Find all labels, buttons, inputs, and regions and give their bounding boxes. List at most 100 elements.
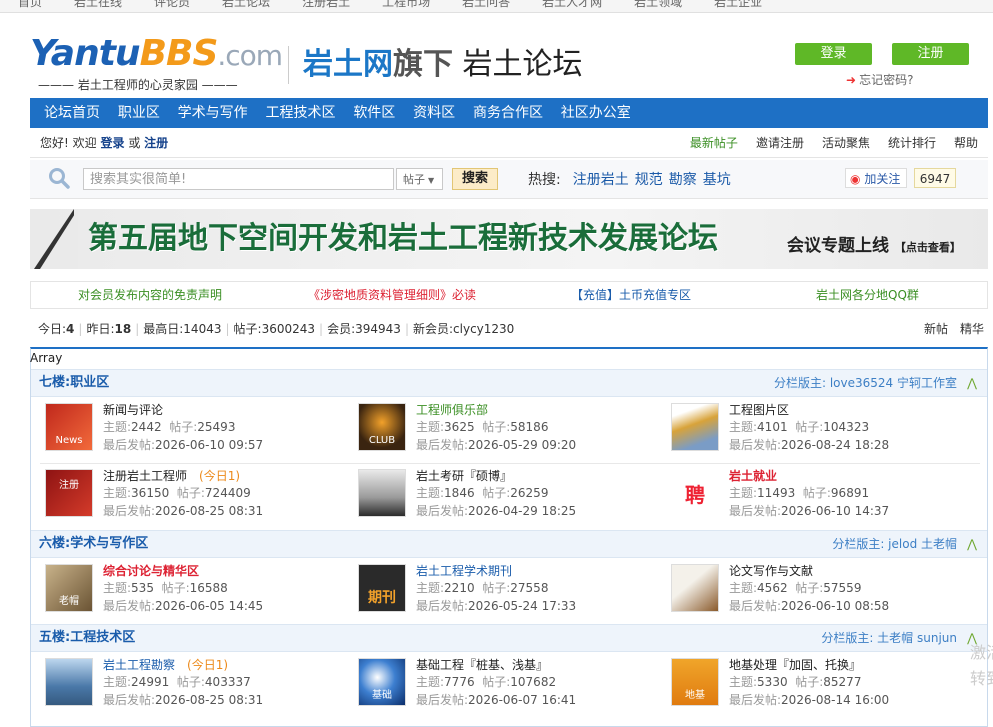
forum-name[interactable]: 工程师俱乐部 (416, 403, 488, 418)
new-posts-link[interactable]: 新帖 (924, 322, 948, 336)
newest-member-link[interactable]: clycy1230 (453, 322, 514, 336)
nav-business[interactable]: 商务合作区 (473, 98, 543, 128)
site-logo[interactable]: YantuBBS.com ——— 岩土工程师的心灵家园 ——— (30, 36, 283, 93)
search-input[interactable]: 搜索其实很简单! (83, 168, 394, 190)
forum-name[interactable]: 地基处理『加固、托换』 (729, 658, 861, 673)
last-post-time[interactable]: 2026-06-07 16:41 (468, 693, 576, 707)
help-link[interactable]: 帮助 (954, 136, 978, 150)
latest-posts-link[interactable]: 最新帖子 (690, 136, 738, 150)
topnav-reg[interactable]: 注册岩土 (302, 0, 350, 12)
post-count: 104323 (823, 420, 870, 434)
array-debug-text: Array (30, 351, 63, 365)
last-post-time[interactable]: 2026-08-25 08:31 (155, 504, 263, 518)
category-title[interactable]: 五楼:工程技术区 (39, 625, 135, 651)
topnav-corp[interactable]: 岩土企业 (714, 0, 762, 12)
last-post-time[interactable]: 2026-05-29 09:20 (468, 438, 576, 452)
nav-career[interactable]: 职业区 (118, 98, 160, 128)
topnav-qa[interactable]: 岩土问答 (462, 0, 510, 12)
forgot-label: 忘记密码? (859, 73, 914, 87)
search-button[interactable]: 搜索 (452, 168, 498, 190)
topnav-home[interactable]: 首页 (18, 0, 42, 12)
forum-item[interactable]: News 新闻与评论 主题:2442 帖子:25493 最后发帖:2026-06… (45, 403, 345, 463)
forum-name[interactable]: 岩土工程学术期刊 (416, 564, 512, 579)
notice-recharge[interactable]: 【充值】土币充值专区 (571, 282, 691, 308)
last-post-time[interactable]: 2026-05-24 17:33 (468, 599, 576, 613)
arrow-icon: ➜ (846, 73, 857, 87)
hot-keyword[interactable]: 勘察 (669, 172, 697, 188)
forum-item[interactable]: 基础 基础工程『桩基、浅基』 主题:7776 帖子:107682 最后发帖:20… (358, 658, 658, 718)
last-post-time[interactable]: 2026-08-14 16:00 (781, 693, 889, 707)
nav-engineering[interactable]: 工程技术区 (265, 98, 335, 128)
last-post-time[interactable]: 2026-06-10 14:37 (781, 504, 889, 518)
forum-item[interactable]: 岩土考研『硕博』 主题:1846 帖子:26259 最后发帖:2026-04-2… (358, 469, 658, 529)
collapse-icon[interactable]: ⋀ (967, 531, 977, 557)
forum-item[interactable]: 聘 岩土就业 主题:11493 帖子:96891 最后发帖:2026-06-10… (671, 469, 971, 529)
forum-item[interactable]: 岩土工程勘察 (今日1) 主题:24991 帖子:403337 最后发帖:2026… (45, 658, 345, 718)
userbar-register-link[interactable]: 注册 (144, 136, 168, 150)
promo-banner[interactable]: 第五届地下空间开发和岩土工程新技术发展论坛 会议专题上线 【点击查看】 (30, 209, 988, 269)
chevron-down-icon: ▼ (428, 176, 435, 185)
category-title[interactable]: 七楼:职业区 (39, 370, 109, 396)
last-post-time[interactable]: 2026-06-10 08:58 (781, 599, 889, 613)
nav-academic[interactable]: 学术与写作 (178, 98, 248, 128)
last-post-time[interactable]: 2026-04-29 18:25 (468, 504, 576, 518)
forum-name[interactable]: 岩土就业 (729, 469, 777, 484)
category-title[interactable]: 六楼:学术与写作区 (39, 531, 148, 557)
search-type-select[interactable]: 帖子 ▼ (396, 168, 443, 190)
collapse-icon[interactable]: ⋀ (967, 370, 977, 396)
hiring-icon: 聘 (671, 469, 719, 517)
nav-resources[interactable]: 资料区 (413, 98, 455, 128)
last-post-time[interactable]: 2026-08-25 08:31 (155, 693, 263, 707)
notice-rules[interactable]: 《涉密地质资料管理细则》必读 (308, 282, 476, 308)
forgot-password-link[interactable]: ➜ 忘记密码? (846, 71, 913, 88)
forum-name[interactable]: 新闻与评论 (103, 403, 163, 418)
notice-qq[interactable]: 岩土网各分地QQ群 (816, 282, 919, 308)
hot-keyword[interactable]: 规范 (635, 172, 663, 188)
last-post-time[interactable]: 2026-06-05 14:45 (155, 599, 263, 613)
topnav-review[interactable]: 评论员 (154, 0, 190, 12)
forum-item[interactable]: 期刊 岩土工程学术期刊 主题:2210 帖子:27558 最后发帖:2026-0… (358, 564, 658, 624)
hot-keyword[interactable]: 注册岩土 (573, 172, 629, 188)
userbar-login-link[interactable]: 登录 (100, 136, 124, 150)
topnav-jobs[interactable]: 岩土人才网 (542, 0, 602, 12)
follow-weibo-button[interactable]: ◉ 加关注 (845, 168, 907, 188)
forum-item[interactable]: 地基 地基处理『加固、托换』 主题:5330 帖子:85277 最后发帖:202… (671, 658, 971, 718)
forum-item[interactable]: 注册 注册岩土工程师 (今日1) 主题:36150 帖子:724409 最后发帖:… (45, 469, 345, 529)
forum-last-post: 最后发帖:2026-08-25 08:31 (103, 504, 263, 519)
forum-item[interactable]: 工程图片区 主题:4101 帖子:104323 最后发帖:2026-08-24 … (671, 403, 971, 463)
topnav-forum[interactable]: 岩土论坛 (222, 0, 270, 12)
forum-name[interactable]: 岩土工程勘察 (今日1) (103, 658, 228, 673)
forum-name[interactable]: 论文写作与文献 (729, 564, 813, 579)
forum-name[interactable]: 岩土考研『硕博』 (416, 469, 512, 484)
featured-link[interactable]: 精华 (960, 322, 984, 336)
topnav-field[interactable]: 岩土领域 (634, 0, 682, 12)
logo-dotcom: .com (217, 39, 283, 72)
events-link[interactable]: 活动聚焦 (822, 136, 870, 150)
forum-item[interactable]: 老帽 综合讨论与精华区 主题:535 帖子:16588 最后发帖:2026-06… (45, 564, 345, 624)
forum-name[interactable]: 综合讨论与精华区 (103, 564, 199, 579)
forum-name[interactable]: 注册岩土工程师 (今日1) (103, 469, 240, 484)
excavator-icon: 地基 (671, 658, 719, 706)
register-button[interactable]: 注册 (892, 43, 969, 65)
last-post-time[interactable]: 2026-06-10 09:57 (155, 438, 263, 452)
nav-office[interactable]: 社区办公室 (561, 98, 631, 128)
label-posts: 帖子: (176, 486, 205, 500)
forum-name[interactable]: 基础工程『桩基、浅基』 (416, 658, 548, 673)
invite-link[interactable]: 邀请注册 (756, 136, 804, 150)
notice-disclaimer[interactable]: 对会员发布内容的免责声明 (78, 282, 222, 308)
ranking-link[interactable]: 统计排行 (888, 136, 936, 150)
category-moderators: 分栏版主: jelod 土老帽 (832, 537, 957, 551)
topnav-online[interactable]: 岩土在线 (74, 0, 122, 12)
forum-counts: 主题:36150 帖子:724409 (103, 486, 251, 501)
icon-text: 注册 (59, 480, 79, 491)
label-posts: 帖子: (795, 581, 824, 595)
last-post-time[interactable]: 2026-08-24 18:28 (781, 438, 889, 452)
nav-home[interactable]: 论坛首页 (44, 98, 100, 128)
topnav-market[interactable]: 工程市场 (382, 0, 430, 12)
forum-item[interactable]: CLUB 工程师俱乐部 主题:3625 帖子:58186 最后发帖:2026-0… (358, 403, 658, 463)
login-button[interactable]: 登录 (795, 43, 872, 65)
forum-name[interactable]: 工程图片区 (729, 403, 789, 418)
nav-software[interactable]: 软件区 (353, 98, 395, 128)
hot-keyword[interactable]: 基坑 (703, 172, 731, 188)
forum-item[interactable]: 论文写作与文献 主题:4562 帖子:57559 最后发帖:2026-06-10… (671, 564, 971, 624)
